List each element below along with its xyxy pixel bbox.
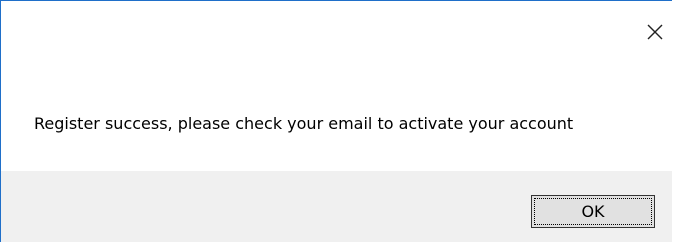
dialog-footer: OK bbox=[1, 171, 672, 242]
ok-button[interactable]: OK bbox=[531, 195, 655, 228]
ok-button-label: OK bbox=[534, 198, 652, 225]
close-button[interactable] bbox=[643, 21, 667, 45]
message-dialog: Register success, please check your emai… bbox=[0, 0, 672, 242]
dialog-message: Register success, please check your emai… bbox=[34, 114, 574, 133]
close-icon bbox=[647, 24, 663, 40]
